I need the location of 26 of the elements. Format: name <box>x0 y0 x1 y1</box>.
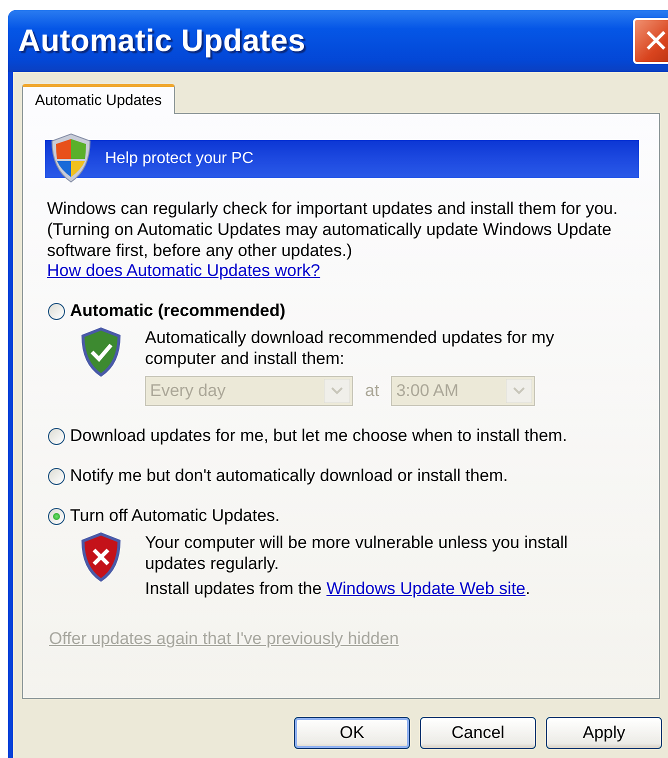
dialog-button[interactable]: OK <box>294 717 410 749</box>
radio-button[interactable] <box>48 428 65 444</box>
option-label[interactable]: Turn off Automatic Updates. <box>70 506 280 526</box>
option-label[interactable]: Automatic (recommended) <box>70 301 286 321</box>
option-description: Your computer will be more vulnerable unless you install updates regularly. <box>145 532 569 574</box>
tab[interactable]: Automatic Updates <box>22 84 175 114</box>
help-link[interactable]: How does Automatic Updates work? <box>47 261 320 281</box>
radio-button[interactable] <box>48 302 65 320</box>
at-label: at <box>365 381 380 401</box>
windows-update-link[interactable]: Windows Update Web site <box>326 579 526 598</box>
close-button[interactable]: ✕ <box>633 18 668 64</box>
radio-button[interactable] <box>48 508 65 524</box>
install-text: Install updates from the Windows Update Web site. <box>145 578 532 599</box>
dialog-button[interactable]: Cancel <box>420 717 536 749</box>
shield-icon <box>49 132 93 184</box>
option-label[interactable]: Notify me but don't automatically download or install them. <box>70 466 508 486</box>
window-title: Automatic Updates <box>18 23 306 59</box>
shield-check-icon <box>79 327 123 377</box>
intro-text: Windows can regularly check for important updates and install them for you. (Turning on Automatic Updates may automatically update Windows Update software first, before any other updates.) <box>47 198 619 261</box>
shield-x-icon <box>79 532 123 582</box>
option-description: Automatically download recommended updates for my computer and install them: <box>145 327 556 369</box>
dialog-button[interactable]: Apply <box>546 717 662 749</box>
dropdown-arrow-icon <box>324 379 350 403</box>
dropdown-arrow-icon <box>506 379 532 403</box>
radio-button[interactable] <box>48 468 65 484</box>
option-label[interactable]: Download updates for me, but let me choose when to install them. <box>70 426 568 446</box>
